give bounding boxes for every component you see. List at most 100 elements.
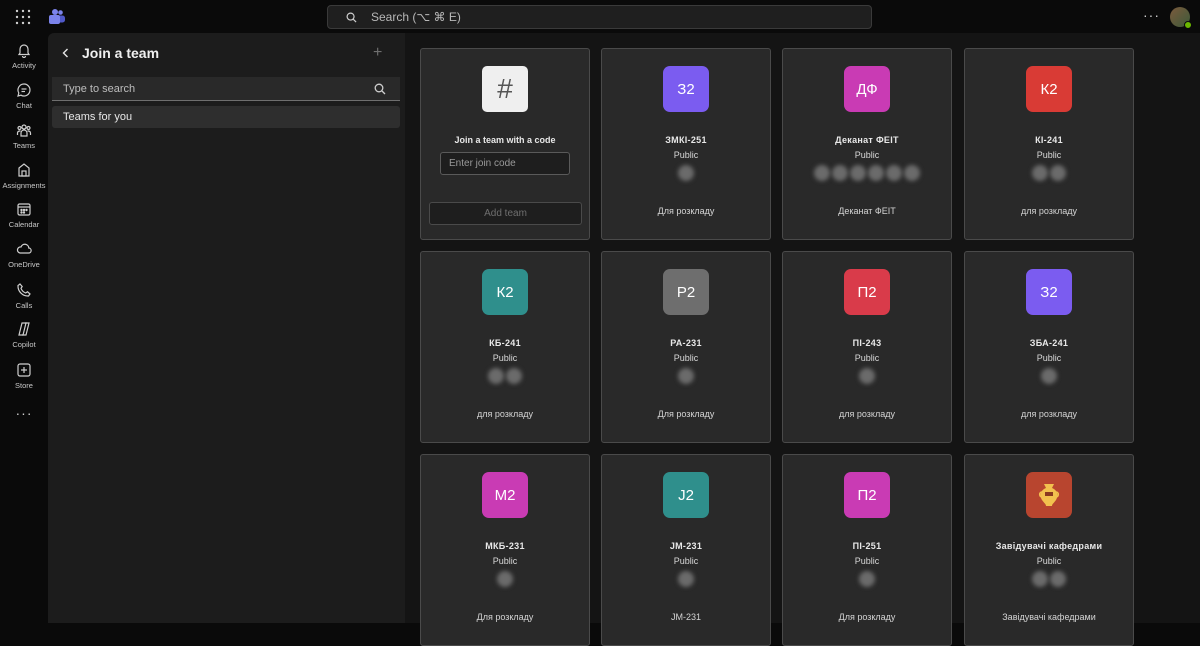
member-avatars — [602, 571, 770, 587]
teams-logo-icon — [49, 9, 65, 24]
member-avatar — [814, 165, 830, 181]
member-avatar — [1050, 571, 1066, 587]
team-avatar-tile: J2 — [663, 472, 709, 518]
member-avatar — [1032, 165, 1048, 181]
team-description: Для розкладу — [838, 612, 896, 622]
member-avatar — [488, 368, 504, 384]
team-description: для розкладу — [1021, 409, 1077, 419]
team-name: МКБ-231 — [485, 541, 525, 551]
team-name: JM-231 — [669, 541, 703, 551]
team-description: Завідувачі кафедрами — [1002, 612, 1096, 622]
rail-label: Teams — [12, 141, 36, 150]
rail-label: Store — [15, 381, 33, 390]
rail-label: Calendar — [8, 220, 40, 229]
team-avatar-tile: З2 — [1026, 269, 1072, 315]
team-visibility: Public — [1036, 150, 1062, 160]
panel-header: Join a team — [60, 45, 159, 61]
team-card[interactable]: J2 JM-231 Public JM-231 — [601, 454, 771, 646]
rail-label: OneDrive — [8, 260, 40, 269]
app-rail: Activity Chat Teams Assignments Calendar… — [0, 33, 48, 623]
member-avatar — [859, 571, 875, 587]
team-card[interactable]: З2 ЗБА-241 Public для розкладу — [964, 251, 1134, 443]
calendar-icon — [17, 203, 31, 216]
store-icon — [17, 363, 31, 377]
global-search-box[interactable]: Search (⌥ ⌘ E) — [327, 5, 872, 29]
rail-item-teams[interactable]: Teams — [0, 117, 48, 155]
team-visibility: Public — [1036, 353, 1062, 363]
join-code-input[interactable] — [440, 152, 570, 175]
member-avatars — [783, 368, 951, 384]
teams-icon — [16, 124, 32, 137]
phone-icon — [17, 283, 31, 297]
team-description: Для розкладу — [657, 409, 715, 419]
hash-icon: # — [482, 66, 528, 112]
team-avatar-tile: ДФ — [844, 66, 890, 112]
team-card[interactable]: П2 ПІ-251 Public Для розкладу — [782, 454, 952, 646]
user-avatar[interactable] — [1170, 7, 1192, 29]
member-avatars — [783, 571, 951, 587]
team-card[interactable]: Р2 РА-231 Public Для розкладу — [601, 251, 771, 443]
team-visibility: Public — [673, 556, 699, 566]
assignments-icon — [18, 163, 30, 177]
member-avatar — [868, 165, 884, 181]
member-avatars — [421, 368, 589, 384]
team-search-field[interactable] — [52, 77, 400, 101]
rail-item-onedrive[interactable]: OneDrive — [0, 236, 48, 274]
team-search-input[interactable] — [63, 82, 363, 95]
team-card[interactable]: З2 ЗМКІ-251 Public Для розкладу — [601, 48, 771, 240]
rail-label: Activity — [12, 61, 36, 70]
back-arrow-icon[interactable] — [60, 47, 72, 59]
member-avatars — [965, 165, 1133, 181]
rail-item-chat[interactable]: Chat — [0, 77, 48, 115]
rail-item-calendar[interactable]: Calendar — [0, 196, 48, 234]
member-avatar — [904, 165, 920, 181]
team-visibility: Public — [854, 353, 880, 363]
team-card[interactable]: М2 МКБ-231 Public Для розкладу — [420, 454, 590, 646]
rail-item-activity[interactable]: Activity — [0, 37, 48, 75]
more-options-icon[interactable]: ··· — [1143, 7, 1160, 23]
team-visibility: Public — [673, 353, 699, 363]
team-card[interactable]: Завідувачі кафедрами Public Завідувачі каф… — [964, 454, 1134, 646]
team-card[interactable]: К2 КІ-241 Public для розкладу — [964, 48, 1134, 240]
team-card[interactable]: П2 ПІ-243 Public для розкладу — [782, 251, 952, 443]
rail-label: Assignments — [2, 181, 46, 190]
team-description: JM-231 — [670, 612, 701, 622]
rail-more-apps[interactable]: ··· — [0, 394, 48, 432]
team-name: ЗБА-241 — [1029, 338, 1069, 348]
more-apps-icon: ··· — [15, 405, 33, 421]
team-name: Деканат ФЕІТ — [835, 135, 899, 145]
team-name: ПІ-251 — [852, 541, 882, 551]
global-search-placeholder: Search (⌥ ⌘ E) — [371, 10, 461, 24]
member-avatar — [850, 165, 866, 181]
add-team-button[interactable]: Add team — [429, 202, 582, 225]
rail-item-copilot[interactable]: Copilot — [0, 316, 48, 354]
nav-item-teams-for-you[interactable]: Teams for you — [52, 106, 400, 128]
amphora-icon — [1026, 472, 1072, 518]
member-avatars — [965, 368, 1133, 384]
rail-item-calls[interactable]: Calls — [0, 277, 48, 315]
rail-label: Calls — [15, 301, 33, 310]
team-description: Для розкладу — [476, 612, 534, 622]
app-launcher-icon[interactable] — [15, 9, 31, 25]
team-name: ЗМКІ-251 — [665, 135, 707, 145]
rail-label: Chat — [16, 101, 32, 110]
team-card[interactable]: ДФ Деканат ФЕІТ Public Деканат ФЕІТ — [782, 48, 952, 240]
team-description: для розкладу — [1021, 206, 1077, 216]
member-avatar — [678, 571, 694, 587]
member-avatar — [859, 368, 875, 384]
presence-available-icon — [1184, 21, 1192, 29]
member-avatars — [602, 368, 770, 384]
team-visibility: Public — [492, 556, 518, 566]
team-name: КІ-241 — [1035, 135, 1063, 145]
rail-item-assignments[interactable]: Assignments — [0, 157, 48, 195]
member-avatar — [497, 571, 513, 587]
rail-label: Copilot — [12, 340, 36, 349]
team-name: ПІ-243 — [852, 338, 882, 348]
team-card[interactable]: К2 КБ-241 Public для розкладу — [420, 251, 590, 443]
join-code-title: Join a team with a code — [454, 135, 556, 145]
team-visibility: Public — [673, 150, 699, 160]
rail-item-store[interactable]: Store — [0, 357, 48, 395]
member-avatar — [678, 165, 694, 181]
create-team-plus-icon[interactable]: + — [373, 45, 382, 61]
team-avatar-tile: К2 — [1026, 66, 1072, 112]
